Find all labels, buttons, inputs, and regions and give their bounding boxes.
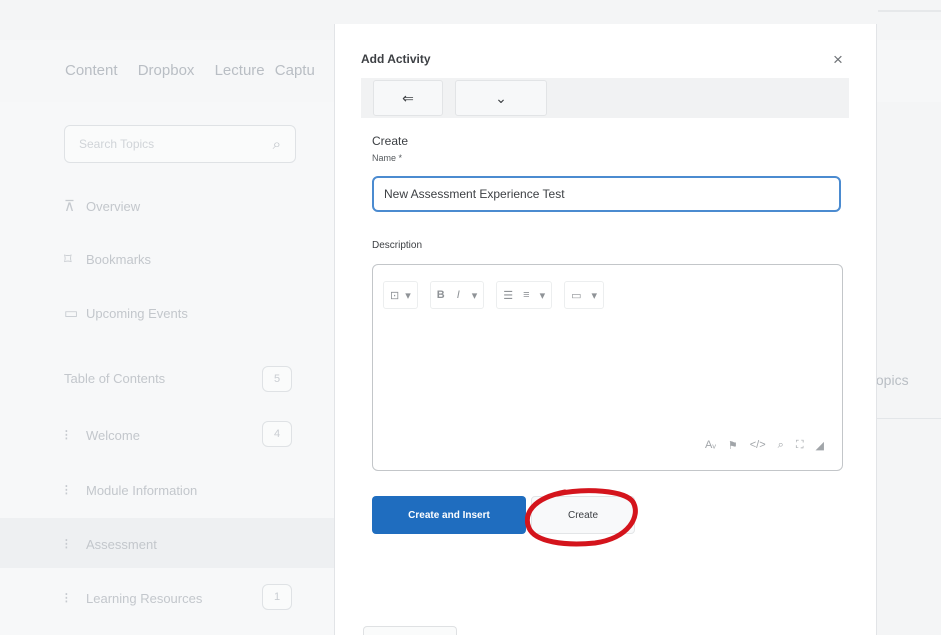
name-field[interactable]	[372, 176, 841, 212]
partial-bottom-button[interactable]	[363, 626, 457, 635]
section-title: Create	[372, 134, 409, 148]
fullscreen-icon[interactable]: ⛶	[796, 439, 804, 452]
back-arrow-icon: ⇐	[402, 89, 414, 106]
name-label: Name *	[372, 153, 403, 163]
drag-handle-icon: ⁝	[64, 427, 69, 444]
source-code-icon[interactable]: </>	[750, 439, 766, 452]
course-nav: Content Dropbox Lecture Captu	[65, 62, 325, 79]
sidebar-item-table-of-contents[interactable]: Table of Contents	[64, 371, 165, 386]
sidebar-module-item[interactable]: ⁝ Welcome	[64, 426, 140, 444]
add-activity-dialog: Add Activity × ⇐ ⌄ Create Name * Descrip…	[334, 24, 877, 635]
search-icon[interactable]: ⌕	[273, 136, 281, 153]
description-label: Description	[372, 240, 423, 251]
drag-handle-icon: ⁝	[64, 482, 69, 499]
dialog-title: Add Activity	[361, 52, 431, 66]
sidebar-module-item[interactable]: ⁝ Assessment	[64, 535, 157, 553]
sidebar-item-upcoming-events[interactable]: ▭ Upcoming Events	[64, 304, 188, 322]
background-topics-text: topics	[872, 372, 909, 388]
sidebar-item-bookmarks[interactable]: ⌑ Bookmarks	[64, 250, 151, 268]
search-placeholder: Search Topics	[79, 137, 155, 151]
paragraph-group: ☰ ≡ ▾	[496, 281, 553, 309]
drag-handle-icon: ⁝	[64, 536, 69, 553]
nav-tab-lecture-capture[interactable]: Lecture Captu	[215, 62, 315, 79]
toc-count-badge: 5	[262, 366, 292, 392]
module-count-badge: 1	[262, 584, 292, 610]
back-button[interactable]: ⇐	[373, 80, 443, 116]
chevron-down-icon: ⌄	[495, 89, 507, 106]
sidebar-selected-highlight	[0, 518, 335, 568]
align-icon[interactable]: ☰	[503, 282, 513, 308]
nav-tab-dropbox[interactable]: Dropbox	[138, 62, 195, 79]
accessibility-icon[interactable]: ⚑	[728, 439, 738, 452]
preview-icon[interactable]: ⌕	[778, 439, 784, 452]
format-group: B I ▾	[429, 281, 485, 309]
chevron-down-icon[interactable]: ▾	[540, 282, 546, 308]
topic-search-box[interactable]: Search Topics ⌕	[64, 125, 296, 163]
sidebar-item-overview[interactable]: ⊼ Overview	[64, 197, 140, 215]
media-icon[interactable]: ▭	[571, 282, 581, 308]
editor-footer: Aᵥ ⚑ </> ⌕ ⛶ ◢	[705, 439, 824, 452]
create-and-insert-button[interactable]: Create and Insert	[372, 496, 526, 534]
calendar-icon: ▭	[64, 305, 79, 322]
spellcheck-icon[interactable]: Aᵥ	[705, 439, 716, 452]
insert-group: ⊡ ▾	[383, 281, 418, 309]
chevron-down-icon[interactable]: ▾	[592, 282, 598, 308]
description-editor[interactable]: ⊡ ▾ B I ▾ ☰ ≡ ▾ ▭ ▾ Aᵥ ⚑ </> ⌕ ⛶ ◢	[372, 264, 843, 471]
background-top-line	[878, 10, 941, 12]
presentation-icon: ⊼	[64, 198, 75, 215]
italic-button[interactable]: I	[457, 282, 460, 308]
list-icon[interactable]: ≡	[523, 282, 529, 308]
bookmark-icon: ⌑	[64, 251, 72, 268]
insert-stuff-icon[interactable]: ⊡	[390, 282, 399, 308]
sidebar-module-item[interactable]: ⁝ Module Information	[64, 481, 197, 499]
drag-handle-icon: ⁝	[64, 590, 69, 607]
chevron-down-icon[interactable]: ▾	[472, 282, 478, 308]
dialog-toolbar: ⇐ ⌄	[361, 78, 849, 118]
background-divider	[870, 418, 941, 419]
editor-toolbar: ⊡ ▾ B I ▾ ☰ ≡ ▾ ▭ ▾	[383, 280, 616, 310]
close-icon[interactable]: ×	[833, 50, 843, 70]
bold-button[interactable]: B	[437, 282, 445, 308]
module-count-badge: 4	[262, 421, 292, 447]
chevron-down-icon[interactable]: ▾	[405, 282, 411, 308]
media-group: ▭ ▾	[564, 281, 605, 309]
nav-tab-content[interactable]: Content	[65, 62, 118, 79]
activity-type-dropdown[interactable]: ⌄	[455, 80, 547, 116]
create-button[interactable]: Create	[531, 496, 635, 534]
sidebar-module-item[interactable]: ⁝ Learning Resources	[64, 589, 202, 607]
resize-handle-icon[interactable]: ◢	[816, 439, 824, 452]
